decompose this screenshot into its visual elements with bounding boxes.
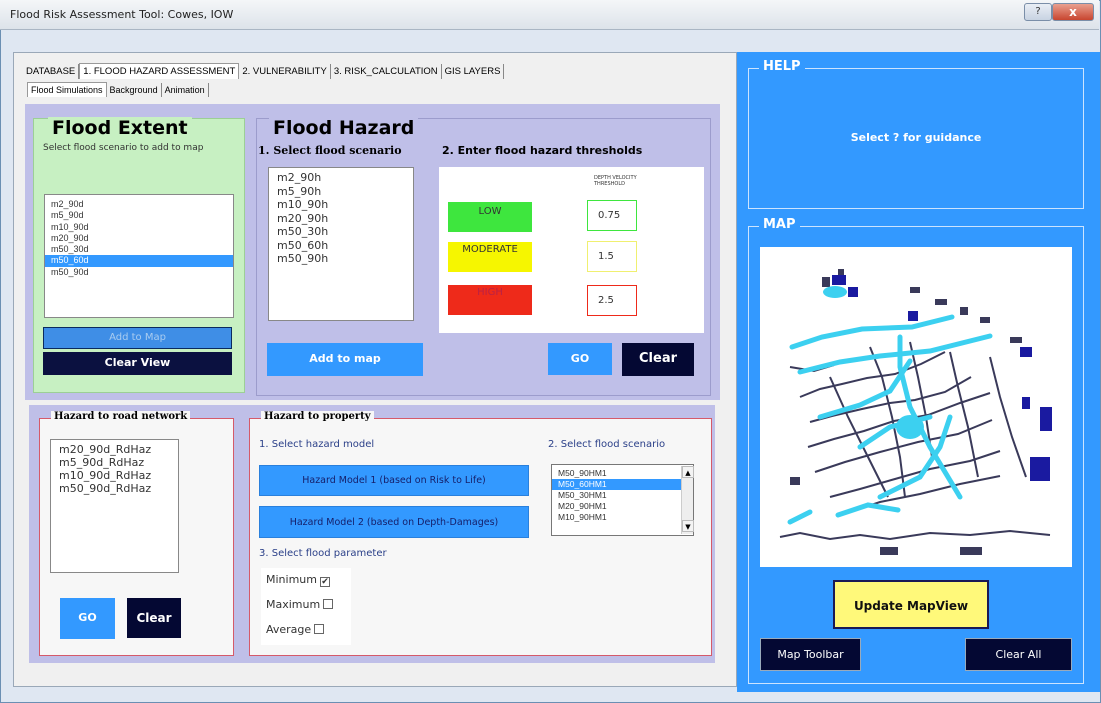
- param-average-label: Average: [266, 623, 312, 636]
- scroll-down-icon[interactable]: ▼: [682, 520, 694, 532]
- list-item[interactable]: m5_90h: [269, 185, 413, 199]
- list-item[interactable]: m2_90d: [45, 199, 233, 210]
- tab-risk-calculation[interactable]: 3. RISK_CALCULATION: [331, 64, 442, 79]
- list-item[interactable]: M10_90HM1: [552, 512, 693, 523]
- help-text: Select ? for guidance: [850, 131, 982, 144]
- main-tab-strip: DATABASE 1. FLOOD HAZARD ASSESSMENT 2. VUL…: [23, 63, 505, 81]
- list-item[interactable]: m5_90d_RdHaz: [51, 456, 178, 469]
- tab-animation[interactable]: Animation: [162, 83, 209, 97]
- list-item[interactable]: m50_30d: [45, 244, 233, 255]
- list-item[interactable]: m50_90d: [45, 267, 233, 278]
- list-item[interactable]: M50_30HM1: [552, 490, 693, 501]
- flood-extent-title: Flood Extent: [48, 117, 192, 139]
- list-item[interactable]: M20_90HM1: [552, 501, 693, 512]
- scrollbar-track[interactable]: [682, 478, 693, 520]
- param-minimum-checkbox[interactable]: ✔: [319, 577, 330, 587]
- param-maximum-row[interactable]: Maximum: [266, 598, 334, 611]
- list-item[interactable]: m50_60h: [269, 239, 413, 253]
- hazard-step1-label: 1. Select flood scenario: [258, 144, 402, 157]
- hazard-add-to-map-button[interactable]: Add to map: [267, 343, 423, 376]
- clear-view-button[interactable]: Clear View: [43, 352, 232, 375]
- list-item[interactable]: m10_90h: [269, 198, 413, 212]
- scenario-scrollbar[interactable]: ▲ ▼: [681, 466, 694, 534]
- road-go-button[interactable]: GO: [60, 598, 115, 639]
- list-item[interactable]: m50_90h: [269, 252, 413, 266]
- list-item-selected[interactable]: m50_60d: [45, 255, 233, 267]
- flood-extent-scenario-list[interactable]: m2_90d m5_90d m10_90d m20_90d m50_30d m5…: [44, 194, 234, 318]
- list-item[interactable]: m5_90d: [45, 210, 233, 221]
- clear-all-button[interactable]: Clear All: [965, 638, 1072, 671]
- hazard-model-2-button[interactable]: Hazard Model 2 (based on Depth-Damages): [259, 506, 529, 538]
- threshold-header: DEPTH VELOCITY THRESHOLD: [594, 175, 637, 187]
- map-legend: MAP: [759, 217, 800, 232]
- tab-gis-layers[interactable]: GIS LAYERS: [442, 64, 505, 79]
- hazard-go-button[interactable]: GO: [548, 343, 612, 375]
- flood-hazard-title: Flood Hazard: [269, 117, 419, 139]
- tab-flood-simulations[interactable]: Flood Simulations: [27, 82, 107, 97]
- map-view[interactable]: [760, 247, 1072, 567]
- list-item[interactable]: m20_90d: [45, 233, 233, 244]
- param-minimum-label: Minimum: [266, 573, 317, 586]
- low-level-label: LOW: [448, 202, 532, 232]
- map-image: [779, 269, 1052, 555]
- window-title: Flood Risk Assessment Tool: Cowes, IOW: [10, 8, 234, 21]
- map-toolbar-button[interactable]: Map Toolbar: [760, 638, 861, 671]
- sub-tab-strip: Flood Simulations Background Animation: [27, 82, 209, 98]
- param-minimum-row[interactable]: Minimum ✔: [266, 573, 330, 587]
- list-item[interactable]: m10_90d_RdHaz: [51, 469, 178, 482]
- road-network-legend: Hazard to road network: [51, 411, 191, 422]
- flood-parameter-label: 3. Select flood parameter: [259, 548, 387, 559]
- tab-vulnerability[interactable]: 2. VULNERABILITY: [239, 64, 331, 79]
- hazard-step2-label: 2. Enter flood hazard thresholds: [442, 144, 643, 157]
- help-legend: HELP: [759, 59, 805, 74]
- close-window-button[interactable]: x: [1052, 3, 1094, 21]
- tab-background[interactable]: Background: [107, 83, 162, 97]
- building-blocks: [790, 269, 1022, 555]
- list-item[interactable]: m2_90h: [269, 171, 413, 185]
- road-hazard-list[interactable]: m20_90d_RdHaz m5_90d_RdHaz m10_90d_RdHaz…: [50, 439, 179, 573]
- param-maximum-checkbox[interactable]: [323, 599, 334, 609]
- high-threshold-input[interactable]: 2.5: [587, 285, 637, 316]
- list-item[interactable]: m20_90h: [269, 212, 413, 226]
- moderate-level-label: MODERATE: [448, 242, 532, 272]
- help-window-button[interactable]: ?: [1024, 3, 1052, 21]
- high-level-label: HIGH: [448, 285, 532, 315]
- low-threshold-input[interactable]: 0.75: [587, 200, 637, 231]
- list-item[interactable]: m50_90d_RdHaz: [51, 482, 178, 495]
- title-bar: Flood Risk Assessment Tool: Cowes, IOW ?…: [0, 0, 1099, 30]
- hazard-clear-button[interactable]: Clear: [622, 343, 694, 376]
- hazard-model-1-button[interactable]: Hazard Model 1 (based on Risk to Life): [259, 465, 529, 496]
- flood-extent-subtitle: Select flood scenario to add to map: [43, 143, 204, 153]
- property-hazard-legend: Hazard to property: [261, 411, 374, 422]
- param-average-checkbox[interactable]: [314, 624, 325, 634]
- flood-hazard-scenario-list[interactable]: m2_90h m5_90h m10_90h m20_90h m50_30h m5…: [268, 167, 414, 321]
- add-to-map-button[interactable]: Add to Map: [43, 327, 232, 349]
- scroll-up-icon[interactable]: ▲: [682, 466, 694, 478]
- tab-database[interactable]: DATABASE: [23, 64, 80, 79]
- list-item[interactable]: m10_90d: [45, 222, 233, 233]
- hazard-model-label: 1. Select hazard model: [259, 439, 375, 450]
- list-item[interactable]: m50_30h: [269, 225, 413, 239]
- param-average-row[interactable]: Average: [266, 623, 325, 636]
- property-scenario-list[interactable]: M50_90HM1 M50_60HM1 M50_30HM1 M20_90HM1 …: [551, 464, 694, 536]
- list-item[interactable]: m20_90d_RdHaz: [51, 443, 178, 456]
- update-map-view-button[interactable]: Update MapView: [833, 580, 989, 629]
- param-maximum-label: Maximum: [266, 598, 321, 611]
- building-footprints: [779, 341, 1051, 541]
- road-clear-button[interactable]: Clear: [127, 598, 181, 638]
- moderate-threshold-input[interactable]: 1.5: [587, 241, 637, 272]
- list-item[interactable]: M50_90HM1: [552, 468, 693, 479]
- tab-flood-hazard-assessment[interactable]: 1. FLOOD HAZARD ASSESSMENT: [79, 63, 240, 79]
- property-scenario-label: 2. Select flood scenario: [548, 439, 666, 450]
- list-item-selected[interactable]: M50_60HM1: [552, 479, 693, 490]
